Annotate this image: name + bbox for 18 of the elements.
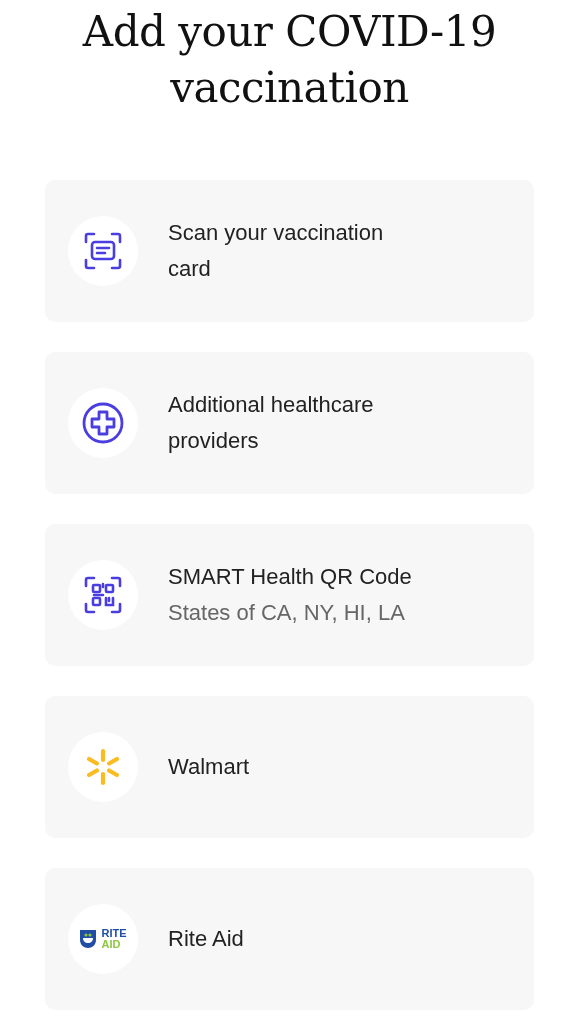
plus-icon	[82, 402, 124, 444]
option-card[interactable]: Scan your vaccination card	[45, 180, 534, 322]
option-card[interactable]: Additional healthcare providers	[45, 352, 534, 494]
logo-text: RITE	[101, 928, 127, 939]
scan-icon	[83, 231, 123, 271]
option-label: Rite Aid	[168, 925, 245, 953]
option-label: SMART Health QR Code	[168, 563, 413, 591]
option-label: Scan your vaccination card	[168, 219, 385, 283]
page-title: Add your COVID-19 vaccination	[81, 6, 498, 114]
option-subtitle: States of CA, NY, HI, LA	[168, 599, 406, 627]
option-label: Walmart	[168, 753, 251, 781]
option-card[interactable]: Walmart	[45, 696, 534, 838]
logo-text: AID	[101, 939, 122, 950]
option-label: Additional healthcare providers	[168, 391, 375, 455]
option-card[interactable]: RITE AID Rite Aid	[45, 868, 534, 1010]
option-card[interactable]: SMART Health QR Code States of CA, NY, HI, LA	[45, 524, 534, 666]
qr-code-icon	[83, 575, 123, 615]
shield-icon	[79, 929, 98, 949]
